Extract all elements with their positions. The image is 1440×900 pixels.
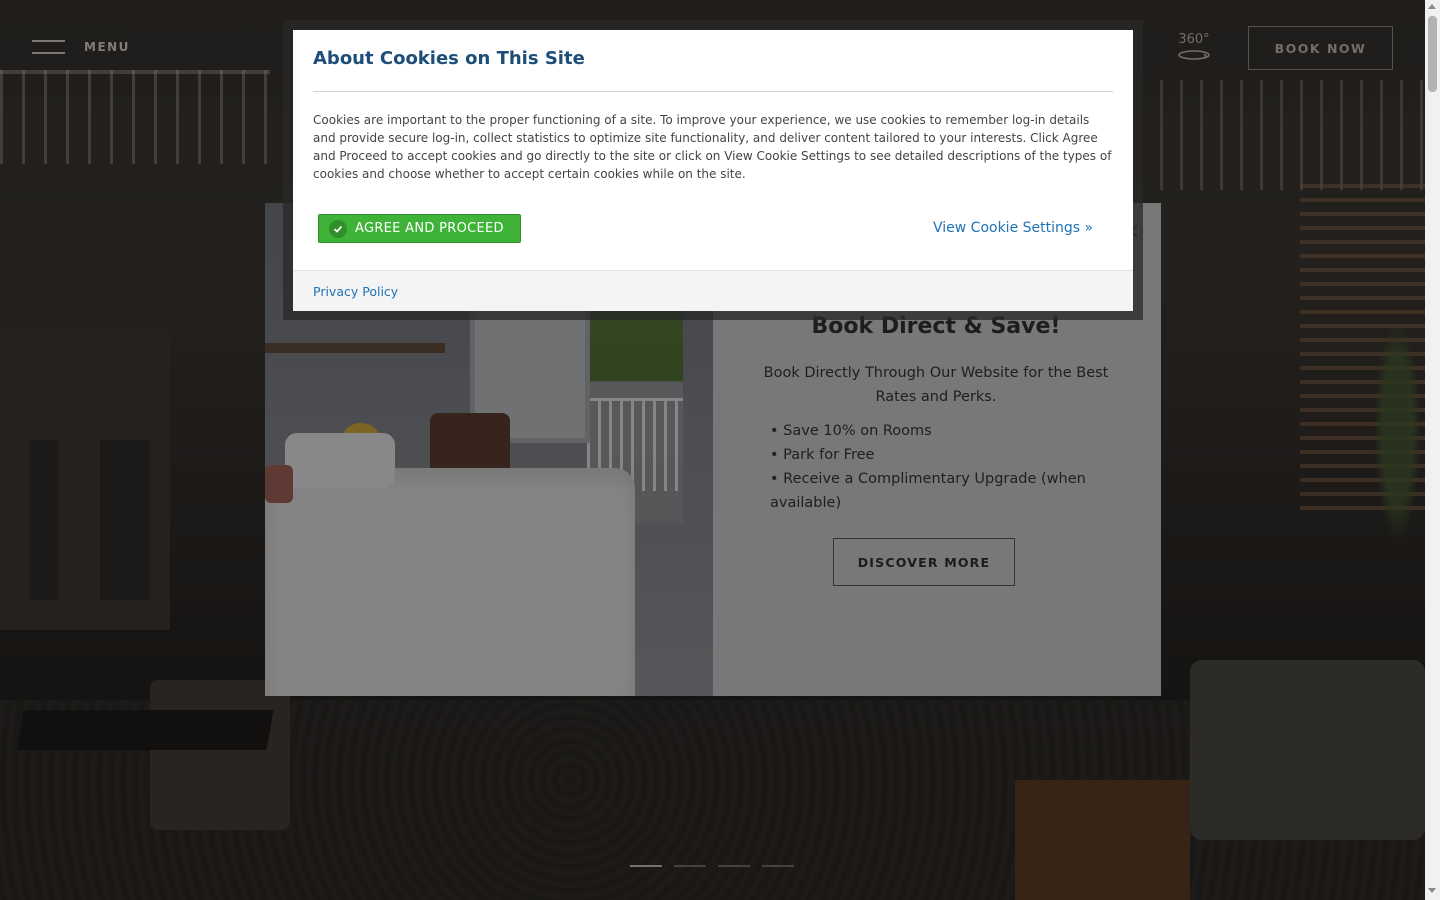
cookie-dialog-footer: Privacy Policy [293,270,1133,311]
agree-and-proceed-button[interactable]: AGREE AND PROCEED [318,214,521,243]
agree-button-label: AGREE AND PROCEED [355,221,504,236]
scrollbar-thumb[interactable] [1428,16,1437,92]
divider [313,91,1113,92]
scroll-down-arrow-icon[interactable] [1428,888,1436,893]
cookie-dialog-body: Cookies are important to the proper func… [313,113,1112,181]
privacy-policy-link[interactable]: Privacy Policy [313,284,398,299]
checkmark-icon [329,219,347,238]
cookie-dialog-title: About Cookies on This Site [313,48,585,69]
cookie-dialog: About Cookies on This Site Cookies are i… [293,30,1133,311]
page-scrollbar[interactable] [1425,0,1440,900]
scroll-up-arrow-icon[interactable] [1428,4,1436,9]
view-cookie-settings-link[interactable]: View Cookie Settings » [933,220,1093,236]
